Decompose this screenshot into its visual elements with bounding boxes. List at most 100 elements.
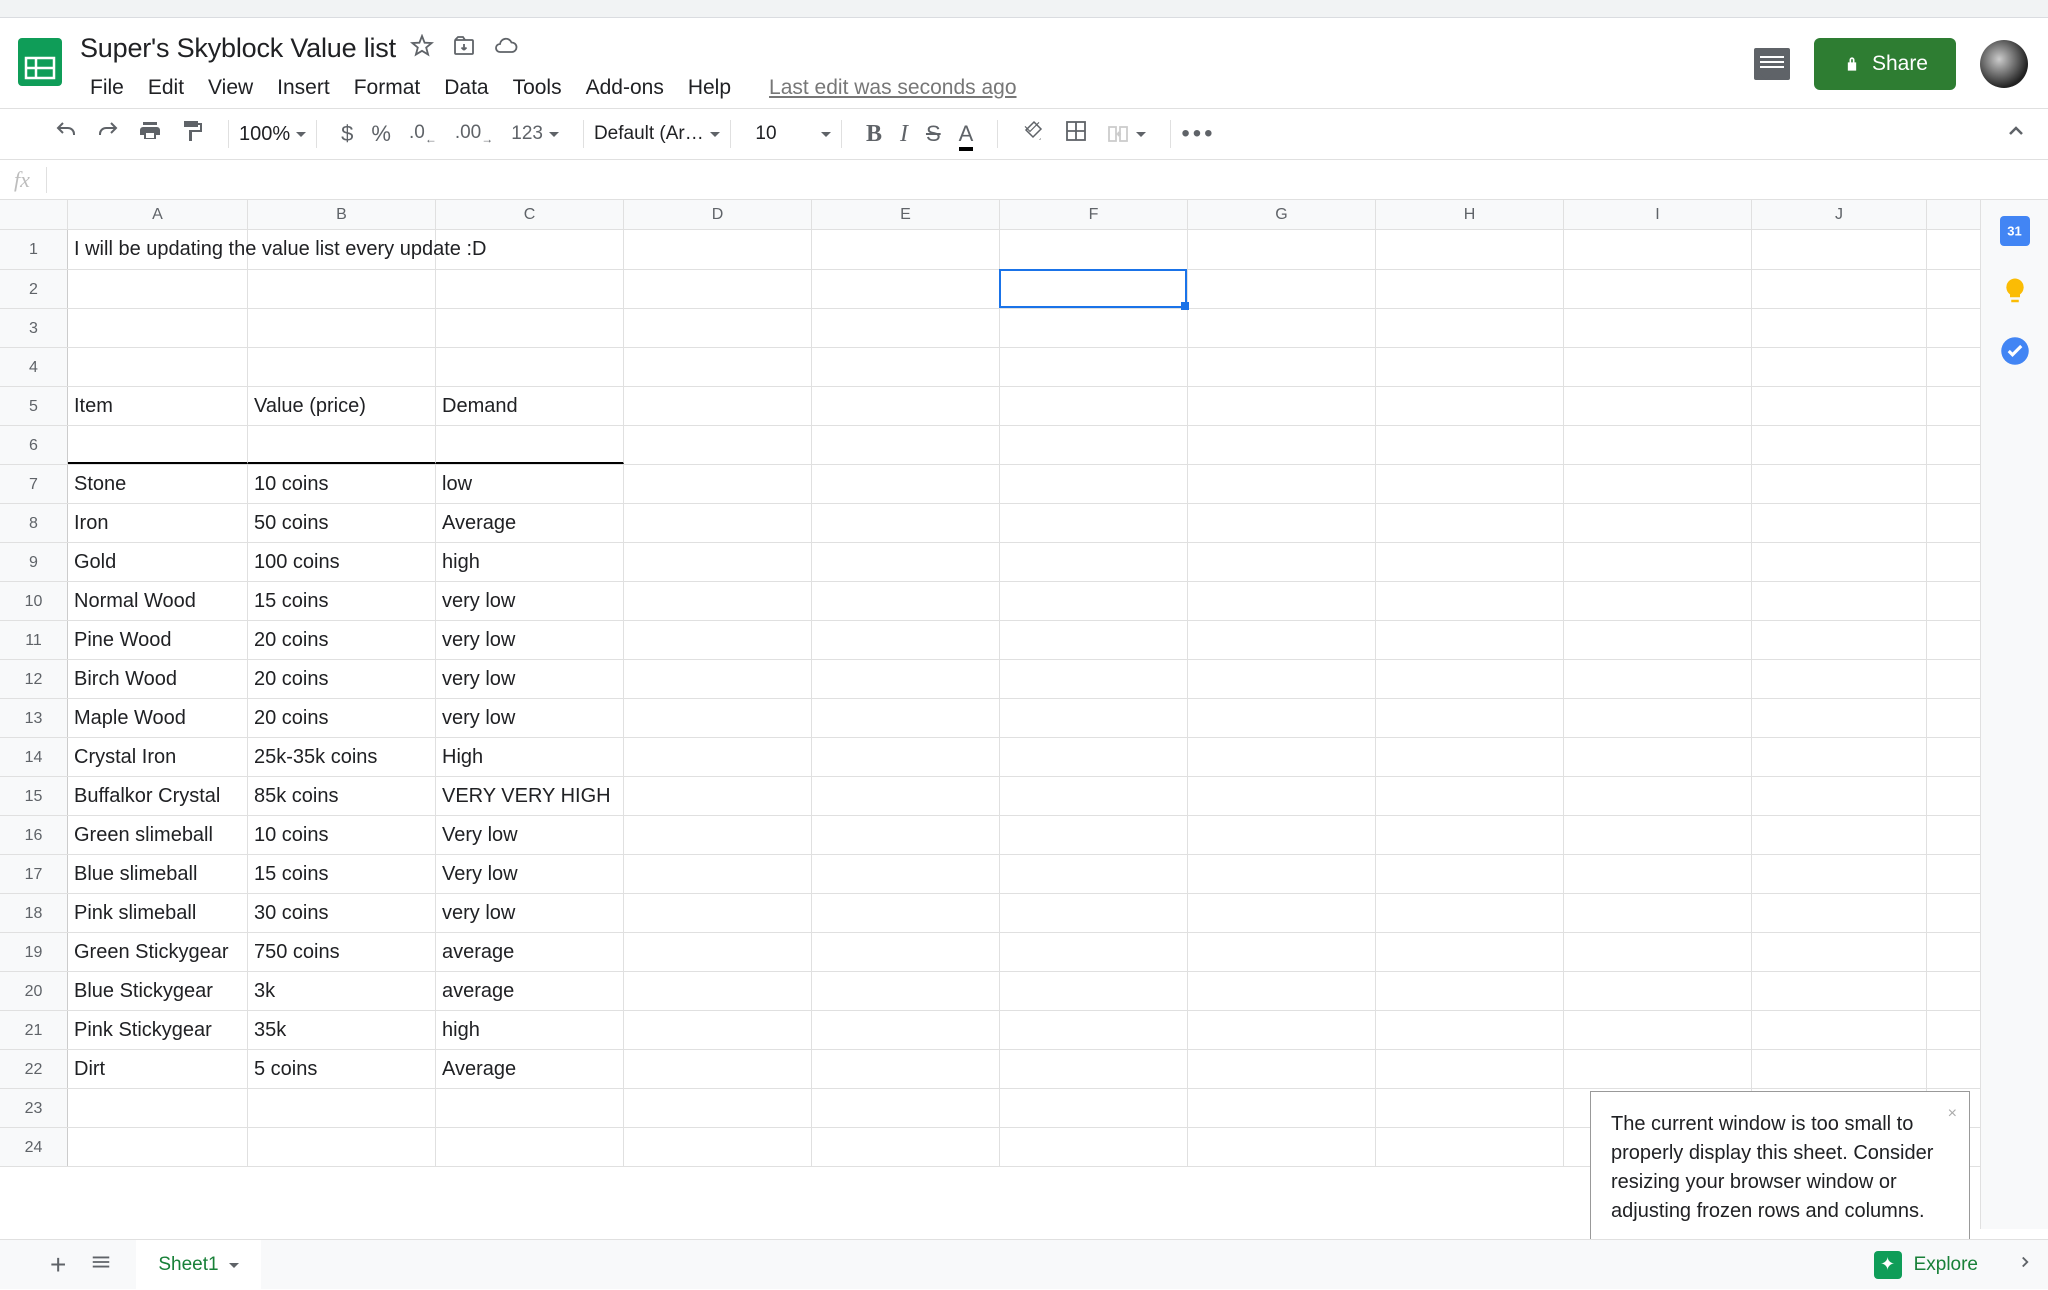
all-sheets-button[interactable]: [90, 1251, 112, 1278]
cell-H19[interactable]: [1376, 933, 1564, 971]
cell-I9[interactable]: [1564, 543, 1752, 581]
cell-F15[interactable]: [1000, 777, 1188, 815]
cell-J4[interactable]: [1752, 348, 1927, 386]
cell-J21[interactable]: [1752, 1011, 1927, 1049]
cell-C15[interactable]: VERY VERY HIGH: [436, 777, 624, 815]
font-dropdown[interactable]: Default (Ari...: [594, 123, 720, 145]
cell-E13[interactable]: [812, 699, 1000, 737]
cell-D16[interactable]: [624, 816, 812, 854]
cell-G19[interactable]: [1188, 933, 1376, 971]
paint-format-icon[interactable]: [180, 119, 204, 149]
cell-G12[interactable]: [1188, 660, 1376, 698]
cell-C2[interactable]: [436, 270, 624, 308]
cell-J22[interactable]: [1752, 1050, 1927, 1088]
cell-I7[interactable]: [1564, 465, 1752, 503]
cell-F2[interactable]: [1000, 270, 1188, 308]
cell-E16[interactable]: [812, 816, 1000, 854]
cell-H14[interactable]: [1376, 738, 1564, 776]
cell-G6[interactable]: [1188, 426, 1376, 464]
cell-D12[interactable]: [624, 660, 812, 698]
cell-D13[interactable]: [624, 699, 812, 737]
cell-H23[interactable]: [1376, 1089, 1564, 1127]
cell-H11[interactable]: [1376, 621, 1564, 659]
cell-I17[interactable]: [1564, 855, 1752, 893]
cell-G18[interactable]: [1188, 894, 1376, 932]
sheets-logo[interactable]: [12, 34, 68, 90]
last-edit[interactable]: Last edit was seconds ago: [759, 72, 1027, 104]
cell-D10[interactable]: [624, 582, 812, 620]
number-format-dropdown[interactable]: 123: [511, 123, 559, 145]
cell-J15[interactable]: [1752, 777, 1927, 815]
cell-E5[interactable]: [812, 387, 1000, 425]
cell-B19[interactable]: 750 coins: [248, 933, 436, 971]
cell-A11[interactable]: Pine Wood: [68, 621, 248, 659]
cell-D11[interactable]: [624, 621, 812, 659]
cell-A13[interactable]: Maple Wood: [68, 699, 248, 737]
cell-H3[interactable]: [1376, 309, 1564, 347]
menu-data[interactable]: Data: [434, 72, 498, 104]
cell-E21[interactable]: [812, 1011, 1000, 1049]
cell-A20[interactable]: Blue Stickygear: [68, 972, 248, 1010]
col-header-I[interactable]: I: [1564, 200, 1752, 229]
cell-J19[interactable]: [1752, 933, 1927, 971]
menu-edit[interactable]: Edit: [138, 72, 194, 104]
cell-E3[interactable]: [812, 309, 1000, 347]
cell-C10[interactable]: very low: [436, 582, 624, 620]
cell-I22[interactable]: [1564, 1050, 1752, 1088]
cell-H15[interactable]: [1376, 777, 1564, 815]
cell-J9[interactable]: [1752, 543, 1927, 581]
cell-G8[interactable]: [1188, 504, 1376, 542]
row-header-10[interactable]: 10: [0, 582, 68, 620]
cell-A1[interactable]: I will be updating the value list every …: [68, 230, 248, 269]
cell-F11[interactable]: [1000, 621, 1188, 659]
cell-C22[interactable]: Average: [436, 1050, 624, 1088]
cell-A3[interactable]: [68, 309, 248, 347]
cell-H2[interactable]: [1376, 270, 1564, 308]
redo-icon[interactable]: [96, 119, 120, 149]
cell-E24[interactable]: [812, 1128, 1000, 1166]
cell-C13[interactable]: very low: [436, 699, 624, 737]
cell-D8[interactable]: [624, 504, 812, 542]
cell-A10[interactable]: Normal Wood: [68, 582, 248, 620]
cell-C20[interactable]: average: [436, 972, 624, 1010]
cell-J18[interactable]: [1752, 894, 1927, 932]
cell-B6[interactable]: [248, 426, 436, 464]
cell-J10[interactable]: [1752, 582, 1927, 620]
cell-D17[interactable]: [624, 855, 812, 893]
cell-G5[interactable]: [1188, 387, 1376, 425]
cell-H21[interactable]: [1376, 1011, 1564, 1049]
cell-J13[interactable]: [1752, 699, 1927, 737]
cell-F24[interactable]: [1000, 1128, 1188, 1166]
cell-E4[interactable]: [812, 348, 1000, 386]
menu-add-ons[interactable]: Add-ons: [576, 72, 674, 104]
cell-D22[interactable]: [624, 1050, 812, 1088]
move-icon[interactable]: [452, 34, 476, 63]
cell-B18[interactable]: 30 coins: [248, 894, 436, 932]
cell-B15[interactable]: 85k coins: [248, 777, 436, 815]
cell-F7[interactable]: [1000, 465, 1188, 503]
cell-G9[interactable]: [1188, 543, 1376, 581]
cell-F3[interactable]: [1000, 309, 1188, 347]
cell-C6[interactable]: [436, 426, 624, 464]
row-header-8[interactable]: 8: [0, 504, 68, 542]
cell-G24[interactable]: [1188, 1128, 1376, 1166]
cell-B21[interactable]: 35k: [248, 1011, 436, 1049]
cell-C24[interactable]: [436, 1128, 624, 1166]
cell-A21[interactable]: Pink Stickygear: [68, 1011, 248, 1049]
cell-D21[interactable]: [624, 1011, 812, 1049]
cell-I14[interactable]: [1564, 738, 1752, 776]
formula-bar[interactable]: fx: [0, 160, 2048, 200]
cell-H4[interactable]: [1376, 348, 1564, 386]
cell-G23[interactable]: [1188, 1089, 1376, 1127]
sheet-tab[interactable]: Sheet1: [136, 1239, 260, 1290]
cell-C19[interactable]: average: [436, 933, 624, 971]
cell-A24[interactable]: [68, 1128, 248, 1166]
cell-I4[interactable]: [1564, 348, 1752, 386]
cell-J12[interactable]: [1752, 660, 1927, 698]
cell-H18[interactable]: [1376, 894, 1564, 932]
cell-B4[interactable]: [248, 348, 436, 386]
cell-C16[interactable]: Very low: [436, 816, 624, 854]
cell-G7[interactable]: [1188, 465, 1376, 503]
borders-button[interactable]: [1064, 119, 1088, 149]
menu-help[interactable]: Help: [678, 72, 741, 104]
